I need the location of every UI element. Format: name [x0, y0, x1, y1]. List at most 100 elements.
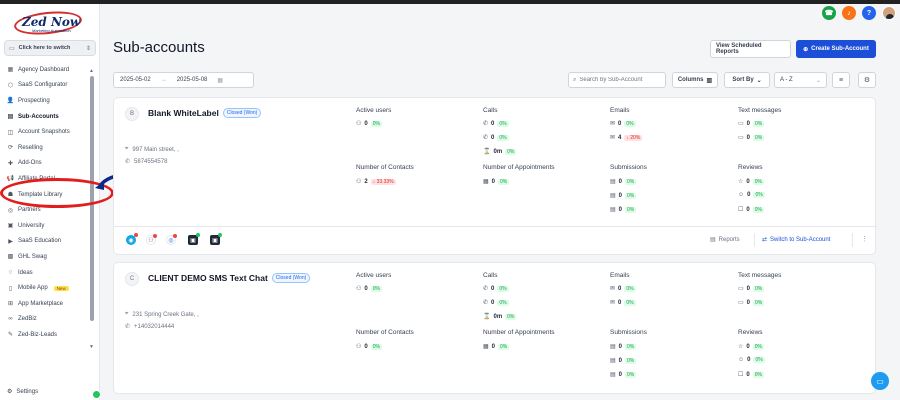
sidebar-item-add-ons[interactable]: ✚ Add-Ons — [0, 156, 92, 172]
mail-icon: ✉ — [610, 286, 616, 292]
switcher-icon: ▭ — [9, 45, 15, 52]
address-text: 997 Main street, , — [132, 146, 179, 153]
sidebar-item-mobile-app[interactable]: ▯ Mobile App New — [0, 280, 92, 296]
account-name[interactable]: CLIENT DEMO SMS Text Chat Closed (Won) — [148, 273, 311, 283]
stat-value: ▭ 0 0% — [738, 299, 765, 306]
stat-label: Number of Appointments — [483, 329, 555, 336]
search-icon: ⌕ — [573, 76, 577, 83]
sidebar-item-app-marketplace[interactable]: ⊞ App Marketplace — [0, 296, 92, 312]
sidebar-item-label: GHL Swag — [18, 253, 47, 260]
sidebar-item-ghl-swag[interactable]: ▩ GHL Swag — [0, 249, 92, 265]
outgoing-call-icon: ✆ — [483, 300, 489, 306]
sidebar-item-reselling[interactable]: ⟳ Reselling — [0, 140, 92, 156]
review-icon: ☐ — [738, 372, 744, 378]
app-status-icon[interactable]: ◉ — [126, 233, 138, 245]
help-icon[interactable]: ? — [862, 6, 876, 20]
sync-status-icon[interactable]: ◎ — [166, 234, 177, 245]
phone-icon: ✆ — [125, 159, 131, 165]
user-avatar[interactable] — [882, 6, 896, 20]
sidebar-item-account-snapshots[interactable]: ◫ Account Snapshots — [0, 124, 92, 140]
link-icon: ∞ — [8, 316, 13, 323]
account-phone: ✆ 5874554578 — [125, 158, 167, 166]
stat-label: Reviews — [738, 164, 763, 171]
stat-label: Submissions — [610, 164, 647, 171]
message-icon: ▭ — [738, 286, 744, 292]
search-box[interactable]: ⌕ — [568, 72, 666, 88]
stat-value: ☐ 0 0% — [738, 371, 764, 378]
form-icon: ▤ — [610, 207, 616, 213]
sidebar-item-university[interactable]: ▣ University — [0, 218, 92, 234]
stat-value: ▤ 0 0% — [610, 178, 637, 185]
users-icon: ⚇ — [356, 121, 362, 127]
chat-widget-button[interactable]: ▭ — [871, 372, 889, 390]
sidebar-item-settings[interactable]: ⚙ Settings — [7, 388, 39, 396]
stat-value: ✆ 0 0% — [483, 299, 509, 306]
company-logo[interactable]: Zed Now Marketing Automation — [13, 8, 84, 38]
account-name[interactable]: Blank WhiteLabel Closed (Won) — [148, 108, 262, 118]
create-sub-account-button[interactable]: ⊕ Create Sub-Account — [796, 40, 876, 58]
stat-value: ▤ 0 0% — [610, 357, 637, 364]
switch-to-sub-account-button[interactable]: ⇄ Switch to Sub-Account — [762, 236, 830, 244]
columns-button[interactable]: Columns ▥ — [672, 72, 718, 88]
mail-icon: ✉ — [610, 121, 616, 127]
settings-button[interactable]: ⚙ — [858, 72, 876, 88]
stat-value: ⌛ 0m 0% — [483, 313, 517, 320]
sidebar-item-ideas[interactable]: ♢ Ideas — [0, 265, 92, 281]
sidebar-item-label: Sub-Accounts — [18, 113, 59, 120]
sidebar-item-sub-accounts[interactable]: ▤ Sub-Accounts — [0, 109, 92, 125]
stat-value: ▭ 0 0% — [738, 285, 765, 292]
integration-icon[interactable]: ▣ — [188, 233, 200, 245]
account-phone: ✆ +14032014444 — [125, 323, 175, 331]
gear-icon: ⚙ — [863, 77, 871, 84]
dashboard-icon: ▦ — [7, 67, 14, 74]
top-edge-bar — [0, 0, 900, 4]
account-switcher[interactable]: ▭ Click here to switch ⇕ — [4, 40, 96, 56]
stat-value: ▦ 0 0% — [483, 343, 510, 350]
stat-value: ⚇ 2 ↓ 33.33% — [356, 178, 396, 185]
sort-by-button[interactable]: Sort By ⌄ — [724, 72, 770, 88]
sort-order-select[interactable]: A - Z ⌄ — [774, 72, 827, 88]
chevron-updown-icon: ⇕ — [85, 45, 91, 52]
phone-icon[interactable]: ☎ — [822, 6, 836, 20]
date-from: 2025-05-02 — [120, 77, 151, 83]
date-to: 2025-05-08 — [176, 77, 208, 83]
phone-text: +14032014444 — [134, 323, 175, 330]
outgoing-call-icon: ✆ — [483, 135, 489, 141]
scroll-down-icon[interactable]: ▼ — [89, 344, 94, 350]
reports-button[interactable]: ▤ Reports — [710, 236, 740, 244]
stat-label: Text messages — [738, 107, 782, 114]
stat-value: ▭ 0 0% — [738, 120, 765, 127]
account-name-text: CLIENT DEMO SMS Text Chat — [148, 273, 268, 283]
more-options-icon[interactable]: ⋮ — [861, 235, 868, 243]
status-dot[interactable] — [92, 390, 101, 399]
sidebar-item-label: Zed-Biz-Leads — [18, 331, 58, 338]
stat-value: ⚇ 0 0% — [356, 343, 382, 350]
status-badge: Closed (Won) — [222, 108, 262, 118]
sidebar-item-saas-education[interactable]: ▶ SaaS Education — [0, 234, 92, 250]
calendar-icon: ▦ — [483, 179, 489, 185]
form-icon: ▤ — [610, 193, 616, 199]
integration-icon[interactable]: ▣ — [210, 233, 222, 245]
stat-label: Number of Appointments — [483, 164, 555, 171]
sidebar-item-agency-dashboard[interactable]: ▦ Agency Dashboard — [0, 62, 92, 78]
wrench-icon: ✎ — [7, 332, 14, 339]
bell-icon[interactable]: ♪ — [842, 6, 856, 20]
sidebar-item-label: SaaS Education — [18, 238, 62, 245]
stat-value: ☺ 0 0% — [738, 192, 765, 198]
settings-label: Settings — [16, 388, 39, 395]
sidebar-item-prospecting[interactable]: 👤 Prospecting — [0, 93, 92, 109]
sidebar-item-label: University — [18, 222, 45, 229]
mail-open-icon: ✉ — [610, 300, 616, 306]
filter-button[interactable]: ≡ — [832, 72, 850, 88]
sidebar-item-zed-biz-leads[interactable]: ✎ Zed-Biz-Leads — [0, 327, 92, 343]
sidebar-item-saas-configurator[interactable]: ⬡ SaaS Configurator — [0, 78, 92, 94]
sidebar-item-zedbiz[interactable]: ∞ ZedBiz — [0, 312, 92, 328]
view-scheduled-reports-button[interactable]: View Scheduled Reports — [710, 40, 791, 58]
date-range-picker[interactable]: 2025-05-02 → 2025-05-08 ▦ — [113, 72, 254, 88]
gear-icon: ⚙ — [7, 389, 13, 395]
contacts-icon: ⚇ — [356, 344, 362, 350]
users-status-icon[interactable]: ⚇ — [146, 234, 157, 245]
stat-value: ✉ 4 ↓ 20% — [610, 134, 643, 141]
sidebar-item-label: SaaS Configurator — [18, 82, 68, 89]
search-input[interactable] — [579, 77, 661, 83]
